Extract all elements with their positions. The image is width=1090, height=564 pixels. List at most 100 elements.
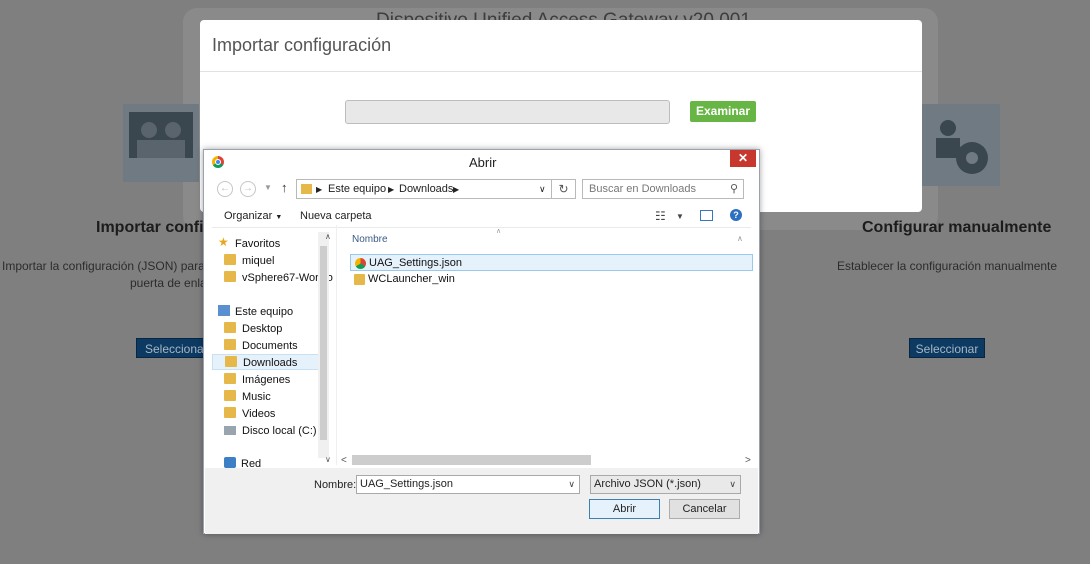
nav-item-downloads[interactable]: Downloads (212, 354, 324, 370)
organize-label: Organizar (224, 210, 273, 222)
column-header-name[interactable]: Nombre (352, 234, 388, 245)
new-folder-button[interactable]: Nueva carpeta (300, 210, 372, 222)
nav-item-miquel[interactable]: miquel (212, 253, 324, 269)
refresh-icon[interactable]: ↻ (552, 179, 576, 199)
folder-icon (224, 407, 236, 418)
select-manual-button[interactable]: Seleccionar (909, 338, 985, 358)
nav-item-label: Documents (242, 340, 298, 352)
filename-input[interactable]: UAG_Settings.json ∨ (356, 475, 580, 494)
sort-indicator-icon: ∧ (496, 228, 502, 235)
manual-heading: Configurar manualmente (862, 219, 1052, 236)
folder-icon (354, 274, 365, 285)
network-icon (224, 457, 236, 468)
open-file-dialog: Abrir ✕ ← → ▼ ↑ ▶ Este equipo ▶ Download… (203, 149, 760, 534)
drive-icon (224, 426, 236, 435)
back-icon[interactable]: ← (217, 181, 233, 197)
chevron-down-icon: ▼ (275, 214, 283, 221)
folder-icon (225, 356, 237, 367)
modal-title: Importar configuración (212, 35, 392, 55)
dialog-title: Abrir (469, 155, 497, 170)
nav-item-este-equipo[interactable]: Este equipo (212, 304, 324, 320)
folder-icon (224, 271, 236, 282)
column-scroll-up-icon: ∧ (737, 234, 743, 243)
filename-value: UAG_Settings.json (360, 478, 453, 490)
import-config-icon (123, 104, 199, 182)
folder-icon (301, 184, 312, 194)
forward-icon[interactable]: → (240, 181, 256, 197)
open-button[interactable]: Abrir (589, 499, 660, 519)
pane-divider (336, 225, 337, 465)
manual-config-icon (920, 104, 1000, 186)
import-description-line-2: puerta de enlace (130, 276, 204, 290)
folder-icon (224, 339, 236, 350)
recent-locations-icon[interactable]: ▼ (264, 183, 272, 192)
folder-icon (224, 390, 236, 401)
scroll-right-icon[interactable]: > (745, 455, 751, 466)
nav-item-label: Imágenes (242, 374, 291, 386)
file-type-select[interactable]: Archivo JSON (*.json) ∨ (590, 475, 741, 494)
horizontal-scrollbar-thumb[interactable] (352, 455, 591, 465)
chevron-down-icon[interactable]: ▼ (676, 212, 684, 221)
close-button[interactable]: ✕ (730, 150, 756, 167)
select-import-button[interactable]: Seleccionar (136, 338, 206, 358)
chrome-icon (212, 156, 224, 168)
computer-icon (218, 305, 230, 316)
nav-item-favoritos[interactable]: ★ Favoritos (212, 235, 324, 252)
address-bar[interactable]: ▶ Este equipo ▶ Downloads ▶ ∨ (296, 179, 552, 199)
file-type-value: Archivo JSON (*.json) (594, 478, 701, 490)
nav-item-desktop[interactable]: Desktop (212, 321, 324, 337)
search-icon: ⚲ (729, 183, 738, 195)
nav-scrollbar-thumb[interactable] (320, 246, 327, 440)
folder-icon (224, 254, 236, 265)
help-icon[interactable]: ? (730, 209, 742, 221)
chevron-down-icon[interactable]: ∨ (729, 479, 736, 490)
nav-item-label: Music (242, 391, 271, 403)
up-icon[interactable]: ↑ (281, 180, 288, 195)
import-description: Importar la configuración (JSON) para la… (0, 258, 204, 292)
file-row-wclauncher[interactable]: WCLauncher_win (350, 271, 753, 288)
nav-item-label: Este equipo (235, 306, 294, 318)
file-path-input[interactable] (345, 100, 670, 124)
nav-item-label: Favoritos (235, 238, 281, 250)
toolbar-divider (212, 227, 751, 228)
view-options-icon[interactable]: ☷ (655, 209, 666, 223)
filename-label: Nombre: (314, 479, 357, 491)
import-description-line-1: Importar la configuración (JSON) para la (2, 259, 204, 273)
import-heading: Importar configuración (96, 219, 204, 236)
cancel-button[interactable]: Cancelar (669, 499, 740, 519)
nav-item-label: miquel (242, 255, 275, 267)
modal-divider (200, 71, 922, 72)
breadcrumb-downloads[interactable]: Downloads (399, 183, 453, 195)
chevron-down-icon[interactable]: ∨ (568, 479, 575, 490)
nav-item-videos[interactable]: Videos (212, 406, 324, 422)
chevron-right-icon: ▶ (316, 185, 323, 194)
preview-pane-icon[interactable] (700, 210, 713, 221)
nav-item-vsphere[interactable]: vSphere67-Worklo (212, 270, 333, 286)
nav-item-label: Videos (242, 408, 276, 420)
nav-item-imagenes[interactable]: Imágenes (212, 372, 324, 388)
manual-description: Establecer la configuración manualmente (836, 259, 1058, 273)
folder-icon (224, 373, 236, 384)
star-icon: ★ (218, 235, 229, 249)
nav-item-label: Disco local (C:) (242, 425, 317, 437)
chevron-right-icon: ▶ (388, 185, 395, 194)
file-name: UAG_Settings.json (369, 257, 462, 269)
scroll-left-icon[interactable]: < (341, 455, 347, 466)
search-placeholder: Buscar en Downloads (589, 183, 697, 195)
file-name: WCLauncher_win (368, 273, 455, 285)
breadcrumb-este-equipo[interactable]: Este equipo (328, 183, 386, 195)
scroll-up-icon[interactable]: ∧ (325, 232, 331, 241)
nav-item-music[interactable]: Music (212, 389, 324, 405)
organize-menu[interactable]: Organizar ▼ (224, 210, 282, 222)
nav-item-disco-local[interactable]: Disco local (C:) (212, 423, 324, 439)
nav-item-label: Downloads (243, 357, 298, 369)
chevron-right-icon: ▶ (453, 185, 460, 194)
nav-item-documents[interactable]: Documents (212, 338, 324, 354)
search-input[interactable]: Buscar en Downloads ⚲ (582, 179, 744, 199)
nav-item-label: Desktop (242, 323, 283, 335)
chrome-icon (355, 258, 366, 269)
file-row-uag-settings[interactable]: UAG_Settings.json (350, 254, 753, 271)
folder-icon (224, 322, 236, 333)
browse-button[interactable]: Examinar (690, 101, 756, 122)
address-dropdown-icon[interactable]: ∨ (539, 184, 546, 195)
